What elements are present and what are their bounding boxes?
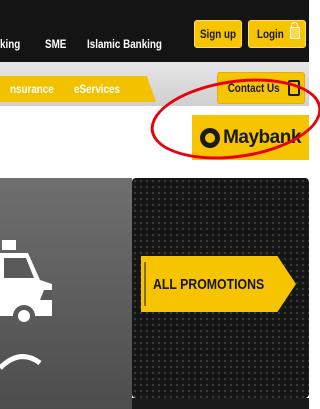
all-promotions-label: ALL PROMOTIONS bbox=[153, 275, 265, 293]
promo-tag-edge bbox=[144, 262, 146, 306]
tab-eservices-label: eServices bbox=[74, 82, 120, 96]
lock-icon bbox=[289, 22, 300, 39]
tab-eservices[interactable]: eServices bbox=[64, 76, 156, 102]
hero-banner[interactable] bbox=[0, 178, 132, 409]
nav-item-islamic-banking[interactable]: Islamic Banking bbox=[87, 37, 162, 51]
login-label: Login bbox=[257, 27, 284, 41]
nav-item-banking[interactable]: king bbox=[0, 37, 20, 51]
tab-insurance-label: nsurance bbox=[10, 82, 54, 96]
login-button[interactable]: Login bbox=[248, 20, 306, 48]
panel-bottom-edge bbox=[132, 398, 309, 409]
signup-label: Sign up bbox=[199, 27, 237, 41]
car-icon bbox=[0, 240, 52, 370]
nav-item-sme[interactable]: SME bbox=[45, 37, 66, 51]
all-promotions-button[interactable]: ALL PROMOTIONS bbox=[141, 256, 296, 312]
signup-button[interactable]: Sign up bbox=[194, 20, 242, 48]
